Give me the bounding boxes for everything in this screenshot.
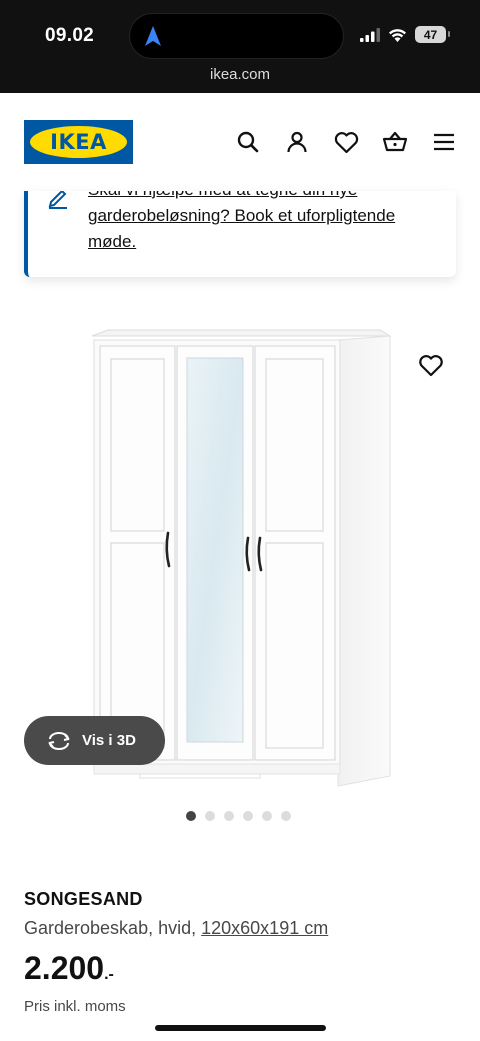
add-to-favourites-heart-icon[interactable] [417,352,445,380]
search-icon[interactable] [235,129,261,155]
product-description: Garderobeskab, hvid, 120x60x191 cm [24,918,328,939]
clock: 09.02 [45,25,95,46]
view-in-3d-button[interactable]: Vis i 3D [24,716,165,765]
gallery-dot-2[interactable] [205,811,215,821]
price-value: 2.200 [24,950,105,986]
url-label[interactable]: ikea.com [0,66,480,83]
banner-link[interactable]: Skal vi hjælpe med at tegne din nye gard… [88,191,438,255]
home-indicator[interactable] [155,1025,326,1031]
gallery-dot-1[interactable] [186,811,196,821]
status-bar: 09.02 47 ikea.com [0,0,480,93]
gallery-dot-6[interactable] [281,811,291,821]
gallery-dot-4[interactable] [243,811,253,821]
product-price: 2.200.- [24,950,114,987]
menu-icon[interactable] [431,129,457,155]
navigation-arrow-icon [145,26,161,46]
logo-oval: IKEA [30,126,127,158]
product-dimensions-link[interactable]: 120x60x191 cm [201,918,328,938]
signal-icon [360,27,380,42]
dynamic-island [129,13,344,59]
basket-icon[interactable] [382,129,408,155]
profile-icon[interactable] [284,129,310,155]
battery-indicator: 47 [415,26,450,43]
site-header: IKEA [0,93,480,191]
product-type: Garderobeskab, hvid, [24,918,197,938]
ikea-logo[interactable]: IKEA [24,120,133,164]
gallery-pagination [186,811,291,821]
rotate-3d-icon [48,731,70,750]
view-in-3d-label: Vis i 3D [82,732,136,749]
product-name: SONGESAND [24,889,143,909]
booking-banner[interactable]: Skal vi hjælpe med at tegne din nye gard… [24,191,456,277]
gallery-dot-5[interactable] [262,811,272,821]
price-suffix: .- [104,966,114,983]
vat-note: Pris inkl. moms [24,998,126,1015]
heart-icon[interactable] [333,129,359,155]
logo-text: IKEA [50,130,107,154]
gallery-dot-3[interactable] [224,811,234,821]
wifi-icon [389,28,406,42]
pencil-icon [48,191,67,209]
system-icons: 47 [360,26,450,43]
